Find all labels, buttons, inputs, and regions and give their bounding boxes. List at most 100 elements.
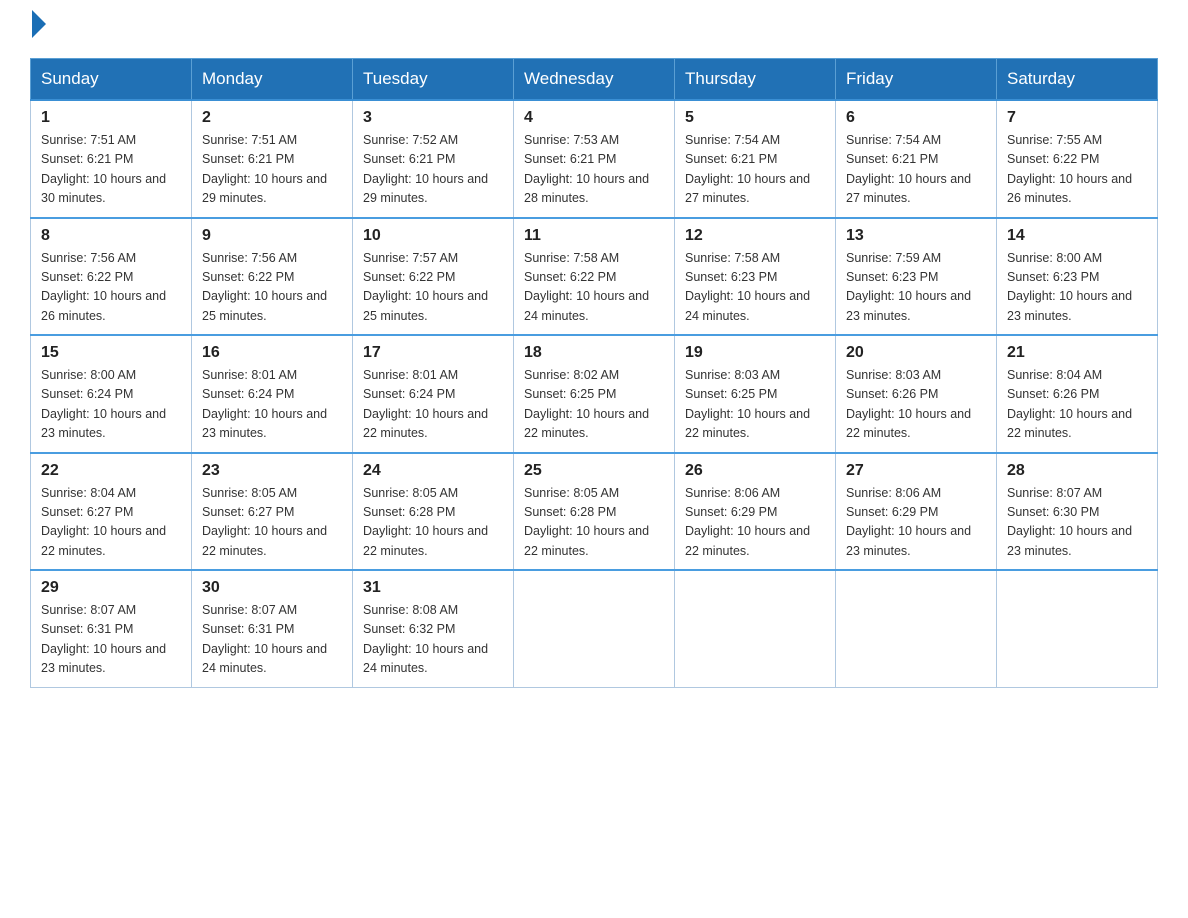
day-number: 12 bbox=[685, 227, 825, 245]
day-number: 10 bbox=[363, 227, 503, 245]
col-tuesday: Tuesday bbox=[353, 59, 514, 101]
calendar-cell: 24Sunrise: 8:05 AMSunset: 6:28 PMDayligh… bbox=[353, 453, 514, 571]
day-number: 19 bbox=[685, 344, 825, 362]
calendar-cell bbox=[997, 570, 1158, 687]
col-thursday: Thursday bbox=[675, 59, 836, 101]
calendar-header-row: Sunday Monday Tuesday Wednesday Thursday… bbox=[31, 59, 1158, 101]
day-number: 30 bbox=[202, 579, 342, 597]
day-info: Sunrise: 7:59 AMSunset: 6:23 PMDaylight:… bbox=[846, 249, 986, 327]
calendar-week-row: 8 Sunrise: 7:56 AMSunset: 6:22 PMDaylight… bbox=[31, 218, 1158, 336]
day-number: 9 bbox=[202, 227, 342, 245]
day-info: Sunrise: 7:58 AMSunset: 6:22 PMDaylight:… bbox=[524, 249, 664, 327]
day-number: 18 bbox=[524, 344, 664, 362]
day-number: 23 bbox=[202, 462, 342, 480]
day-number: 17 bbox=[363, 344, 503, 362]
calendar-cell: 21Sunrise: 8:04 AMSunset: 6:26 PMDayligh… bbox=[997, 335, 1158, 453]
col-monday: Monday bbox=[192, 59, 353, 101]
day-number: 20 bbox=[846, 344, 986, 362]
day-info: Sunrise: 7:51 AMSunset: 6:21 PMDaylight:… bbox=[41, 131, 181, 209]
day-info: Sunrise: 8:07 AMSunset: 6:31 PMDaylight:… bbox=[202, 601, 342, 679]
day-number: 3 bbox=[363, 109, 503, 127]
day-info: Sunrise: 7:58 AMSunset: 6:23 PMDaylight:… bbox=[685, 249, 825, 327]
calendar-cell: 5 Sunrise: 7:54 AMSunset: 6:21 PMDaylight… bbox=[675, 100, 836, 218]
calendar-cell bbox=[514, 570, 675, 687]
day-info: Sunrise: 8:07 AMSunset: 6:31 PMDaylight:… bbox=[41, 601, 181, 679]
day-number: 11 bbox=[524, 227, 664, 245]
day-number: 28 bbox=[1007, 462, 1147, 480]
day-info: Sunrise: 7:54 AMSunset: 6:21 PMDaylight:… bbox=[685, 131, 825, 209]
calendar-week-row: 29 Sunrise: 8:07 AMSunset: 6:31 PMDayligh… bbox=[31, 570, 1158, 687]
calendar-cell: 25 Sunrise: 8:05 AMSunset: 6:28 PMDayligh… bbox=[514, 453, 675, 571]
calendar-cell: 17Sunrise: 8:01 AMSunset: 6:24 PMDayligh… bbox=[353, 335, 514, 453]
calendar-cell: 22Sunrise: 8:04 AMSunset: 6:27 PMDayligh… bbox=[31, 453, 192, 571]
day-info: Sunrise: 8:07 AMSunset: 6:30 PMDaylight:… bbox=[1007, 484, 1147, 562]
day-number: 2 bbox=[202, 109, 342, 127]
day-number: 26 bbox=[685, 462, 825, 480]
calendar-cell: 30 Sunrise: 8:07 AMSunset: 6:31 PMDayligh… bbox=[192, 570, 353, 687]
day-info: Sunrise: 8:00 AMSunset: 6:24 PMDaylight:… bbox=[41, 366, 181, 444]
day-info: Sunrise: 8:01 AMSunset: 6:24 PMDaylight:… bbox=[202, 366, 342, 444]
calendar-cell: 23 Sunrise: 8:05 AMSunset: 6:27 PMDayligh… bbox=[192, 453, 353, 571]
day-number: 5 bbox=[685, 109, 825, 127]
calendar-week-row: 1 Sunrise: 7:51 AMSunset: 6:21 PMDaylight… bbox=[31, 100, 1158, 218]
day-info: Sunrise: 8:02 AMSunset: 6:25 PMDaylight:… bbox=[524, 366, 664, 444]
day-number: 7 bbox=[1007, 109, 1147, 127]
calendar-cell: 9 Sunrise: 7:56 AMSunset: 6:22 PMDaylight… bbox=[192, 218, 353, 336]
calendar-cell: 31 Sunrise: 8:08 AMSunset: 6:32 PMDayligh… bbox=[353, 570, 514, 687]
calendar-cell: 11 Sunrise: 7:58 AMSunset: 6:22 PMDayligh… bbox=[514, 218, 675, 336]
day-number: 25 bbox=[524, 462, 664, 480]
calendar-cell: 14Sunrise: 8:00 AMSunset: 6:23 PMDayligh… bbox=[997, 218, 1158, 336]
day-info: Sunrise: 7:56 AMSunset: 6:22 PMDaylight:… bbox=[202, 249, 342, 327]
calendar-cell: 15 Sunrise: 8:00 AMSunset: 6:24 PMDayligh… bbox=[31, 335, 192, 453]
day-info: Sunrise: 7:53 AMSunset: 6:21 PMDaylight:… bbox=[524, 131, 664, 209]
day-number: 13 bbox=[846, 227, 986, 245]
calendar-cell: 3 Sunrise: 7:52 AMSunset: 6:21 PMDaylight… bbox=[353, 100, 514, 218]
col-friday: Friday bbox=[836, 59, 997, 101]
day-number: 6 bbox=[846, 109, 986, 127]
logo-arrow-icon bbox=[32, 10, 46, 38]
calendar-table: Sunday Monday Tuesday Wednesday Thursday… bbox=[30, 58, 1158, 688]
calendar-cell: 16 Sunrise: 8:01 AMSunset: 6:24 PMDayligh… bbox=[192, 335, 353, 453]
day-info: Sunrise: 8:08 AMSunset: 6:32 PMDaylight:… bbox=[363, 601, 503, 679]
calendar-cell: 1 Sunrise: 7:51 AMSunset: 6:21 PMDaylight… bbox=[31, 100, 192, 218]
day-info: Sunrise: 7:55 AMSunset: 6:22 PMDaylight:… bbox=[1007, 131, 1147, 209]
day-info: Sunrise: 7:57 AMSunset: 6:22 PMDaylight:… bbox=[363, 249, 503, 327]
logo bbox=[30, 20, 46, 38]
calendar-cell: 7 Sunrise: 7:55 AMSunset: 6:22 PMDaylight… bbox=[997, 100, 1158, 218]
day-number: 29 bbox=[41, 579, 181, 597]
day-number: 22 bbox=[41, 462, 181, 480]
day-info: Sunrise: 7:52 AMSunset: 6:21 PMDaylight:… bbox=[363, 131, 503, 209]
calendar-cell bbox=[836, 570, 997, 687]
day-info: Sunrise: 7:54 AMSunset: 6:21 PMDaylight:… bbox=[846, 131, 986, 209]
day-info: Sunrise: 8:06 AMSunset: 6:29 PMDaylight:… bbox=[685, 484, 825, 562]
day-info: Sunrise: 8:05 AMSunset: 6:28 PMDaylight:… bbox=[524, 484, 664, 562]
day-number: 21 bbox=[1007, 344, 1147, 362]
calendar-week-row: 15 Sunrise: 8:00 AMSunset: 6:24 PMDayligh… bbox=[31, 335, 1158, 453]
calendar-cell: 18 Sunrise: 8:02 AMSunset: 6:25 PMDayligh… bbox=[514, 335, 675, 453]
day-number: 16 bbox=[202, 344, 342, 362]
col-saturday: Saturday bbox=[997, 59, 1158, 101]
calendar-cell: 2Sunrise: 7:51 AMSunset: 6:21 PMDaylight… bbox=[192, 100, 353, 218]
calendar-cell: 19Sunrise: 8:03 AMSunset: 6:25 PMDayligh… bbox=[675, 335, 836, 453]
day-number: 1 bbox=[41, 109, 181, 127]
page-header bbox=[30, 20, 1158, 38]
calendar-cell: 4Sunrise: 7:53 AMSunset: 6:21 PMDaylight… bbox=[514, 100, 675, 218]
col-wednesday: Wednesday bbox=[514, 59, 675, 101]
day-number: 31 bbox=[363, 579, 503, 597]
calendar-cell: 12 Sunrise: 7:58 AMSunset: 6:23 PMDayligh… bbox=[675, 218, 836, 336]
day-info: Sunrise: 8:05 AMSunset: 6:28 PMDaylight:… bbox=[363, 484, 503, 562]
calendar-cell: 13 Sunrise: 7:59 AMSunset: 6:23 PMDayligh… bbox=[836, 218, 997, 336]
col-sunday: Sunday bbox=[31, 59, 192, 101]
day-info: Sunrise: 8:06 AMSunset: 6:29 PMDaylight:… bbox=[846, 484, 986, 562]
calendar-cell: 28 Sunrise: 8:07 AMSunset: 6:30 PMDayligh… bbox=[997, 453, 1158, 571]
day-number: 14 bbox=[1007, 227, 1147, 245]
calendar-week-row: 22Sunrise: 8:04 AMSunset: 6:27 PMDayligh… bbox=[31, 453, 1158, 571]
calendar-cell: 27Sunrise: 8:06 AMSunset: 6:29 PMDayligh… bbox=[836, 453, 997, 571]
day-number: 15 bbox=[41, 344, 181, 362]
day-number: 8 bbox=[41, 227, 181, 245]
day-info: Sunrise: 8:05 AMSunset: 6:27 PMDaylight:… bbox=[202, 484, 342, 562]
calendar-cell: 29 Sunrise: 8:07 AMSunset: 6:31 PMDayligh… bbox=[31, 570, 192, 687]
day-info: Sunrise: 7:56 AMSunset: 6:22 PMDaylight:… bbox=[41, 249, 181, 327]
calendar-cell: 8 Sunrise: 7:56 AMSunset: 6:22 PMDaylight… bbox=[31, 218, 192, 336]
calendar-cell: 26 Sunrise: 8:06 AMSunset: 6:29 PMDayligh… bbox=[675, 453, 836, 571]
